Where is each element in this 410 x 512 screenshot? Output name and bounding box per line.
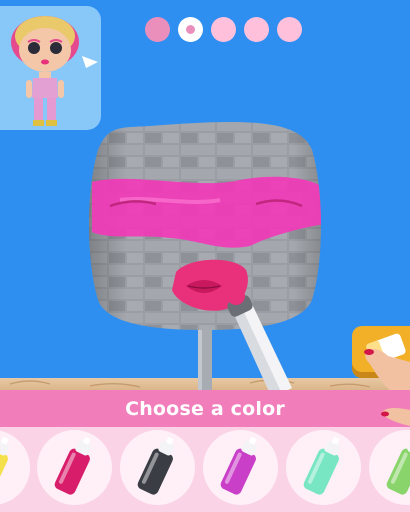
prompt-text: Choose a color xyxy=(125,397,285,420)
swatch-violet-spray[interactable] xyxy=(203,430,278,505)
spray-can-icon xyxy=(303,437,341,495)
doll-icon xyxy=(11,16,98,126)
swatch-yellow-spray[interactable] xyxy=(0,430,30,505)
swatch-magenta-spray[interactable] xyxy=(37,430,112,505)
swatch-charcoal-spray[interactable] xyxy=(120,430,195,505)
swatch-mint-spray[interactable] xyxy=(286,430,361,505)
progress-dot-3 xyxy=(211,17,236,42)
spray-can-icon xyxy=(0,437,10,495)
head-canvas[interactable] xyxy=(80,110,340,340)
spray-can-icon xyxy=(54,437,92,495)
progress-dot-5 xyxy=(277,17,302,42)
swatch-green-spray[interactable] xyxy=(369,430,410,505)
progress-dot-2 xyxy=(178,17,203,42)
spray-can-icon xyxy=(137,437,175,495)
spray-can-icon xyxy=(386,440,410,495)
pointing-hand-icon xyxy=(381,408,410,426)
reference-card[interactable] xyxy=(0,6,101,130)
progress-dot-4 xyxy=(244,17,269,42)
color-palette xyxy=(0,427,410,512)
pointing-hand-icon xyxy=(364,349,410,392)
game-screen: Choose a color xyxy=(0,0,410,512)
level-progress xyxy=(145,17,302,42)
spray-can-icon xyxy=(220,437,258,495)
prompt-banner: Choose a color xyxy=(0,390,410,427)
progress-dot-1 xyxy=(145,17,170,42)
